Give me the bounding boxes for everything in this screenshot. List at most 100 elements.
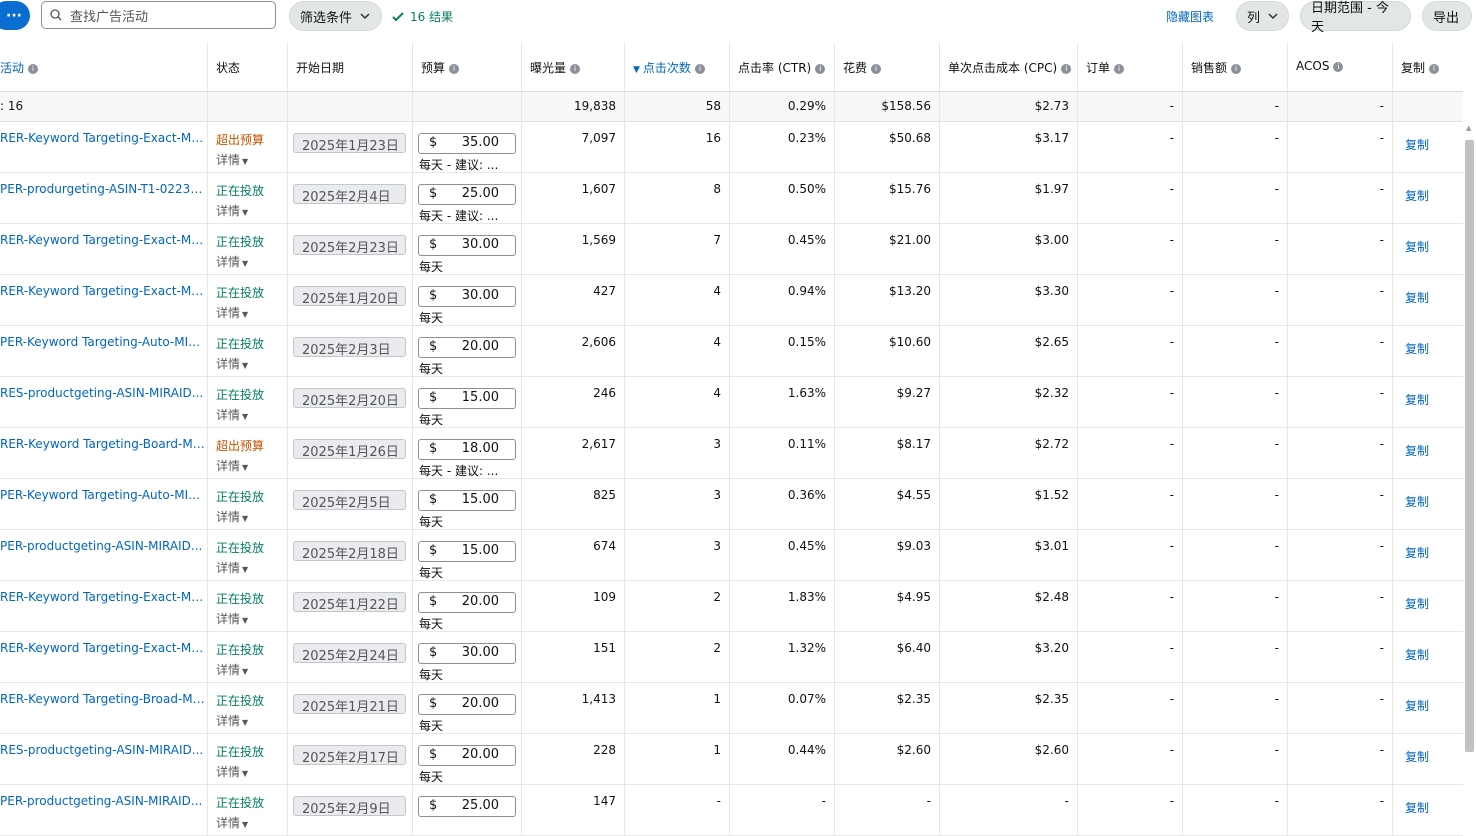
copy-link[interactable]: 复制 bbox=[1393, 377, 1463, 427]
info-icon[interactable]: i bbox=[449, 63, 460, 74]
campaign-name-link[interactable]: RES-productgeting-ASIN-MIRAID... bbox=[0, 734, 208, 784]
more-actions-button[interactable]: ··· bbox=[0, 1, 30, 30]
campaign-name-link[interactable]: PER-productgeting-ASIN-MIRAID... bbox=[0, 785, 208, 835]
campaign-name-link[interactable]: RER-Keyword Targeting-Exact-MI... bbox=[0, 632, 208, 682]
clicks-cell: 3 bbox=[625, 479, 730, 529]
copy-link[interactable]: 复制 bbox=[1393, 479, 1463, 529]
details-dropdown[interactable]: 详情 ▼ bbox=[216, 763, 287, 780]
budget-input[interactable]: $30.00 bbox=[418, 286, 516, 307]
budget-input[interactable]: $15.00 bbox=[418, 388, 516, 409]
col-copy[interactable]: 复制 i bbox=[1393, 42, 1463, 91]
col-campaign[interactable]: 活动 i bbox=[0, 42, 208, 91]
copy-link[interactable]: 复制 bbox=[1393, 428, 1463, 478]
details-dropdown[interactable]: 详情 ▼ bbox=[216, 610, 287, 627]
budget-amount: 35.00 bbox=[461, 135, 499, 150]
budget-input[interactable]: $15.00 bbox=[418, 490, 516, 511]
copy-link[interactable]: 复制 bbox=[1393, 224, 1463, 274]
details-label: 详情 bbox=[216, 663, 241, 677]
details-dropdown[interactable]: 详情 ▼ bbox=[216, 457, 287, 474]
details-dropdown[interactable]: 详情 ▼ bbox=[216, 814, 287, 831]
col-start-date[interactable]: 开始日期 bbox=[288, 42, 413, 91]
copy-link[interactable]: 复制 bbox=[1393, 581, 1463, 631]
col-budget[interactable]: 预算 i bbox=[413, 42, 522, 91]
summary-acos: - bbox=[1288, 92, 1393, 121]
info-icon[interactable]: i bbox=[1333, 61, 1344, 72]
copy-link[interactable]: 复制 bbox=[1393, 785, 1463, 835]
vertical-scrollbar[interactable] bbox=[1465, 140, 1474, 752]
budget-input[interactable]: $30.00 bbox=[418, 643, 516, 664]
details-dropdown[interactable]: 详情 ▼ bbox=[216, 151, 287, 168]
date-range-button[interactable]: 日期范围 - 今天 bbox=[1300, 1, 1411, 35]
info-icon[interactable]: i bbox=[694, 63, 705, 74]
info-icon[interactable]: i bbox=[570, 63, 581, 74]
copy-link[interactable]: 复制 bbox=[1393, 326, 1463, 376]
campaign-name-link[interactable]: RER-Keyword Targeting-Broad-MI... bbox=[0, 683, 208, 733]
campaign-name-link[interactable]: RER-Keyword Targeting-Exact-MI... bbox=[0, 275, 208, 325]
search-input[interactable]: 查找广告活动 bbox=[41, 1, 276, 29]
col-label: 单次点击成本 (CPC) bbox=[948, 61, 1058, 75]
details-dropdown[interactable]: 详情 ▼ bbox=[216, 355, 287, 372]
caret-down-icon: ▼ bbox=[242, 667, 249, 676]
details-dropdown[interactable]: 详情 ▼ bbox=[216, 559, 287, 576]
info-icon[interactable]: i bbox=[28, 63, 39, 74]
caret-down-icon: ▼ bbox=[242, 769, 249, 778]
campaign-name-link[interactable]: RER-Keyword Targeting-Exact-MI... bbox=[0, 581, 208, 631]
col-spend[interactable]: 花费 i bbox=[835, 42, 940, 91]
details-dropdown[interactable]: 详情 ▼ bbox=[216, 253, 287, 270]
info-icon[interactable]: i bbox=[815, 63, 826, 74]
copy-link[interactable]: 复制 bbox=[1393, 683, 1463, 733]
copy-link[interactable]: 复制 bbox=[1393, 632, 1463, 682]
budget-input[interactable]: $18.00 bbox=[418, 439, 516, 460]
campaign-name-link[interactable]: RER-Keyword Targeting-Board-MI... bbox=[0, 428, 208, 478]
details-dropdown[interactable]: 详情 ▼ bbox=[216, 202, 287, 219]
info-icon[interactable]: i bbox=[871, 63, 882, 74]
filter-button[interactable]: 筛选条件 bbox=[289, 1, 382, 31]
cpc-cell: $3.00 bbox=[940, 224, 1078, 274]
campaign-name-link[interactable]: PER-Keyword Targeting-Auto-MIR... bbox=[0, 326, 208, 376]
budget-input[interactable]: $25.00 bbox=[418, 184, 516, 205]
col-sales[interactable]: 销售额 i bbox=[1183, 42, 1288, 91]
campaign-name-link[interactable]: RER-Keyword Targeting-Exact-MI... bbox=[0, 122, 208, 172]
status-badge: 超出预算 bbox=[216, 439, 265, 453]
budget-input[interactable]: $20.00 bbox=[418, 592, 516, 613]
copy-link[interactable]: 复制 bbox=[1393, 173, 1463, 223]
scroll-up-icon[interactable]: ▲ bbox=[1466, 124, 1474, 132]
campaign-name-link[interactable]: PER-produrgeting-ASIN-T1-0223(... bbox=[0, 173, 208, 223]
hide-chart-link[interactable]: 隐藏图表 bbox=[1166, 8, 1214, 25]
budget-input[interactable]: $25.00 bbox=[418, 796, 516, 817]
budget-input[interactable]: $15.00 bbox=[418, 541, 516, 562]
campaign-name-link[interactable]: RER-Keyword Targeting-Exact-MI... bbox=[0, 224, 208, 274]
budget-input[interactable]: $30.00 bbox=[418, 235, 516, 256]
info-icon[interactable]: i bbox=[1429, 63, 1440, 74]
campaign-name-link[interactable]: PER-productgeting-ASIN-MIRAID... bbox=[0, 530, 208, 580]
copy-link[interactable]: 复制 bbox=[1393, 122, 1463, 172]
col-clicks[interactable]: ▼ 点击次数 i bbox=[625, 42, 730, 91]
col-ctr[interactable]: 点击率 (CTR) i bbox=[730, 42, 835, 91]
copy-link[interactable]: 复制 bbox=[1393, 734, 1463, 784]
budget-input[interactable]: $20.00 bbox=[418, 337, 516, 358]
details-dropdown[interactable]: 详情 ▼ bbox=[216, 661, 287, 678]
col-label: 开始日期 bbox=[296, 61, 345, 75]
info-icon[interactable]: i bbox=[1231, 63, 1242, 74]
copy-link[interactable]: 复制 bbox=[1393, 275, 1463, 325]
col-cpc[interactable]: 单次点击成本 (CPC) i bbox=[940, 42, 1078, 91]
campaign-name-link[interactable]: PER-Keyword Targeting-Auto-MIR... bbox=[0, 479, 208, 529]
budget-input[interactable]: $20.00 bbox=[418, 694, 516, 715]
col-impressions[interactable]: 曝光量 i bbox=[522, 42, 625, 91]
col-orders[interactable]: 订单 i bbox=[1078, 42, 1183, 91]
export-button[interactable]: 导出 bbox=[1422, 1, 1472, 31]
col-acos[interactable]: ACOS i bbox=[1288, 42, 1393, 91]
budget-input[interactable]: $35.00 bbox=[418, 133, 516, 154]
details-dropdown[interactable]: 详情 ▼ bbox=[216, 406, 287, 423]
ctr-cell: 0.15% bbox=[730, 326, 835, 376]
copy-link[interactable]: 复制 bbox=[1393, 530, 1463, 580]
details-dropdown[interactable]: 详情 ▼ bbox=[216, 304, 287, 321]
columns-button[interactable]: 列 bbox=[1236, 1, 1289, 31]
details-dropdown[interactable]: 详情 ▼ bbox=[216, 508, 287, 525]
campaign-name-link[interactable]: RES-productgeting-ASIN-MIRAID... bbox=[0, 377, 208, 427]
budget-input[interactable]: $20.00 bbox=[418, 745, 516, 766]
col-status[interactable]: 状态 bbox=[208, 42, 288, 91]
details-dropdown[interactable]: 详情 ▼ bbox=[216, 712, 287, 729]
info-icon[interactable]: i bbox=[1114, 63, 1125, 74]
info-icon[interactable]: i bbox=[1061, 63, 1072, 74]
